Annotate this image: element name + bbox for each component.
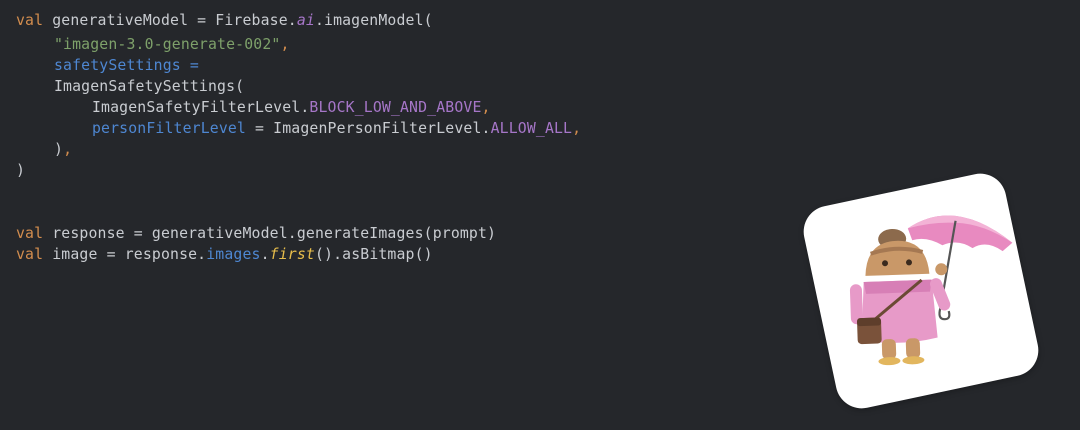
string-literal: "imagen-3.0-generate-002" bbox=[54, 36, 281, 53]
code-line-6: personFilterLevel = ImagenPersonFilterLe… bbox=[16, 118, 581, 139]
code-extension-property: ai bbox=[296, 12, 315, 29]
code-line-7: ), bbox=[16, 139, 72, 160]
code-text: response = generativeModel.generateImage… bbox=[43, 225, 497, 242]
comma: , bbox=[572, 120, 582, 137]
code-line-8: ) bbox=[16, 160, 25, 181]
code-editor: val generativeModel = Firebase.ai.imagen… bbox=[16, 0, 776, 430]
code-text: ImagenSafetySettings( bbox=[54, 78, 245, 95]
code-text: generativeModel = Firebase. bbox=[43, 12, 297, 29]
keyword: val bbox=[16, 246, 44, 263]
enum-constant: BLOCK_LOW_AND_ABOVE bbox=[309, 99, 482, 116]
code-line-4: ImagenSafetySettings( bbox=[16, 76, 244, 97]
code-text: .imagenModel( bbox=[314, 12, 433, 29]
code-line-1: val generativeModel = Firebase.ai.imagen… bbox=[16, 10, 433, 31]
comma: , bbox=[481, 99, 491, 116]
android-umbrella-illustration bbox=[849, 215, 1013, 366]
property: images bbox=[206, 246, 261, 263]
comma: , bbox=[280, 36, 290, 53]
keyword: val bbox=[16, 12, 44, 29]
closing-paren: ) bbox=[16, 162, 26, 179]
code-line-5: ImagenSafetyFilterLevel.BLOCK_LOW_AND_AB… bbox=[16, 97, 491, 118]
code-line-3: safetySettings = bbox=[16, 55, 199, 76]
code-text: ().asBitmap() bbox=[314, 246, 433, 263]
code-line-10: val image = response.images.first().asBi… bbox=[16, 244, 433, 265]
named-argument: personFilterLevel bbox=[92, 120, 246, 137]
code-text: image = response. bbox=[43, 246, 207, 263]
comma: , bbox=[63, 141, 73, 158]
generated-image-card bbox=[798, 168, 1044, 414]
keyword: val bbox=[16, 225, 44, 242]
enum-constant: ALLOW_ALL bbox=[490, 120, 573, 137]
code-line-2: "imagen-3.0-generate-002", bbox=[16, 34, 290, 55]
code-line-9: val response = generativeModel.generateI… bbox=[16, 223, 496, 244]
closing-paren: ) bbox=[54, 141, 64, 158]
equals-sign: = bbox=[180, 57, 199, 74]
code-text: = ImagenPersonFilterLevel. bbox=[246, 120, 491, 137]
code-text: ImagenSafetyFilterLevel. bbox=[92, 99, 310, 116]
named-argument: safetySettings bbox=[54, 57, 181, 74]
function-call: first bbox=[269, 246, 315, 263]
dot: . bbox=[260, 246, 270, 263]
